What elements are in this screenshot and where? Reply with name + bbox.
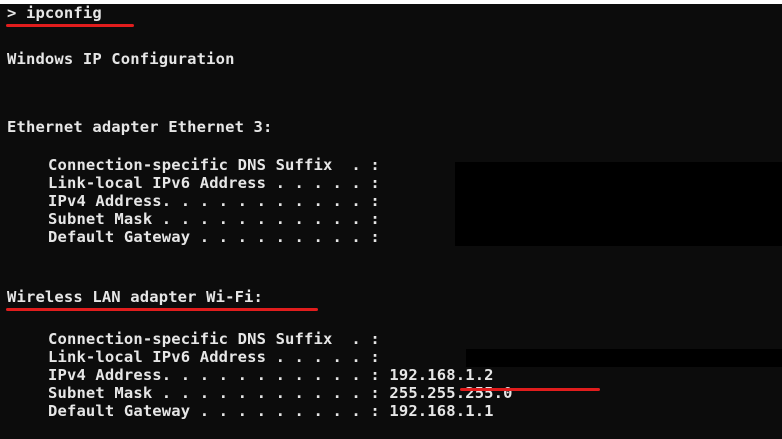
wifi-adapter-heading: Wireless LAN adapter Wi-Fi: <box>7 288 264 306</box>
wifi-ipv4-row: IPv4 Address. . . . . . . . . . . : 192.… <box>48 366 494 384</box>
ipv4-value-underline-annotation <box>460 388 600 391</box>
wifi-heading-underline-annotation <box>6 308 318 311</box>
wifi-subnet-row: Subnet Mask . . . . . . . . . . . : 255.… <box>48 384 513 402</box>
ethernet-gateway-row: Default Gateway . . . . . . . . . : <box>48 228 380 246</box>
wifi-gateway-row: Default Gateway . . . . . . . . . : 192.… <box>48 402 494 420</box>
prompt-command: > ipconfig <box>7 4 102 22</box>
terminal-window[interactable]: > ipconfig Windows IP Configuration Ethe… <box>0 4 782 439</box>
redaction-block <box>466 349 782 367</box>
row-value: 192.168.1.1 <box>379 402 494 420</box>
ethernet-subnet-row: Subnet Mask . . . . . . . . . . . : <box>48 210 380 228</box>
ethernet-ipv6-row: Link-local IPv6 Address . . . . . : <box>48 174 380 192</box>
row-label: IPv4 Address. . . . . . . . . . . : <box>48 366 380 384</box>
wifi-dns-suffix-row: Connection-specific DNS Suffix . : <box>48 330 380 348</box>
command-underline-annotation <box>6 24 134 27</box>
row-label: Subnet Mask . . . . . . . . . . . : <box>48 210 380 228</box>
row-label: Link-local IPv6 Address . . . . . : <box>48 348 380 366</box>
row-label: IPv4 Address. . . . . . . . . . . : <box>48 192 380 210</box>
row-label: Default Gateway . . . . . . . . . : <box>48 402 380 420</box>
ethernet-adapter-heading: Ethernet adapter Ethernet 3: <box>7 118 273 136</box>
row-value: 192.168.1.2 <box>379 366 494 384</box>
row-value: 255.255.255.0 <box>379 384 513 402</box>
row-label: Link-local IPv6 Address . . . . . : <box>48 174 380 192</box>
row-label: Connection-specific DNS Suffix . : <box>48 156 380 174</box>
wifi-ipv6-row: Link-local IPv6 Address . . . . . : <box>48 348 380 366</box>
ethernet-ipv4-row: IPv4 Address. . . . . . . . . . . : <box>48 192 380 210</box>
redaction-block <box>455 162 782 246</box>
row-label: Connection-specific DNS Suffix . : <box>48 330 380 348</box>
ethernet-dns-suffix-row: Connection-specific DNS Suffix . : <box>48 156 380 174</box>
row-label: Default Gateway . . . . . . . . . : <box>48 228 380 246</box>
row-label: Subnet Mask . . . . . . . . . . . : <box>48 384 380 402</box>
ip-config-title: Windows IP Configuration <box>7 50 235 68</box>
